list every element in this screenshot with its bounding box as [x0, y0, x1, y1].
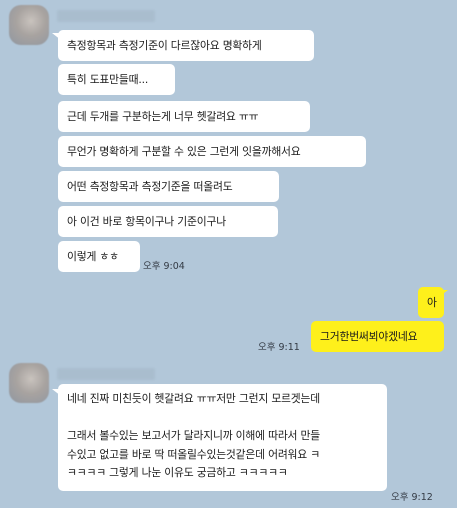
my-message-bubble[interactable]: 그거한번써뵈야겠네요 — [311, 321, 444, 352]
message-bubble[interactable]: 측정항목과 측정기준이 다르잖아요 명확하게 — [58, 30, 314, 61]
message-bubble[interactable]: 이렇게 ㅎㅎ — [58, 241, 140, 272]
message-bubble-long[interactable]: 네네 진짜 미친듯이 헷갈려요 ㅠㅠ저만 그런지 모르겟는데 그래서 볼수있는 … — [58, 384, 387, 491]
timestamp: 오후 9:04 — [143, 261, 185, 272]
timestamp: 오후 9:12 — [391, 492, 433, 503]
sender-name-blurred — [57, 368, 155, 380]
message-bubble[interactable]: 어떤 측정항목과 측정기준을 떠올려도 — [58, 171, 279, 202]
message-bubble[interactable]: 특히 도표만들때... — [58, 64, 175, 95]
avatar[interactable] — [9, 363, 49, 403]
sender-name-blurred — [57, 10, 155, 22]
message-bubble[interactable]: 근데 두개를 구분하는게 너무 헷갈려요 ㅠㅠ — [58, 101, 310, 132]
message-bubble[interactable]: 아 이건 바로 항목이구나 기준이구나 — [58, 206, 278, 237]
timestamp: 오후 9:11 — [258, 342, 300, 353]
my-bubble-tail — [439, 290, 448, 297]
avatar[interactable] — [9, 5, 49, 45]
message-bubble[interactable]: 무언가 명확하게 구분할 수 있은 그런게 잇을까해서요 — [58, 136, 366, 167]
